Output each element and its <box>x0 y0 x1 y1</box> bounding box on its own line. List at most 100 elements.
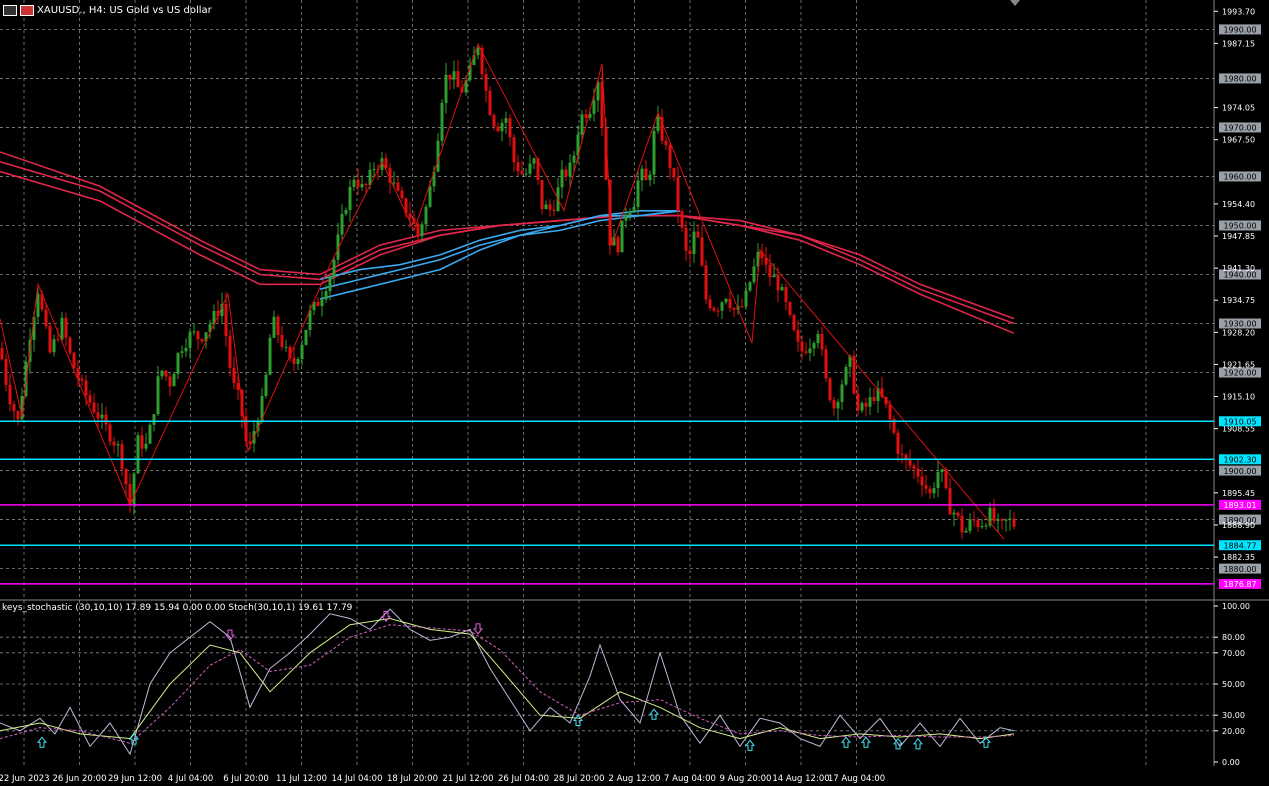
candle-bear <box>16 411 20 420</box>
candle-bear <box>688 250 692 254</box>
candle-bull <box>580 114 584 135</box>
candle-bull <box>152 414 156 425</box>
candle-bear <box>1000 519 1004 521</box>
candle-bear <box>8 384 12 405</box>
candle-bear <box>280 334 284 348</box>
candle-bear <box>408 213 412 218</box>
candle-bull <box>52 339 56 353</box>
candle-bull <box>636 180 640 207</box>
candle-bear <box>728 298 732 308</box>
candle-bear <box>864 403 868 407</box>
y-tick-label: 1934.75 <box>1222 296 1255 305</box>
candle-bull <box>724 298 728 303</box>
candle-bear <box>56 339 60 341</box>
candle-bear <box>704 265 708 300</box>
candle-bear <box>508 118 512 138</box>
level-price-label: 1876.87 <box>1223 580 1256 589</box>
candle-bull <box>304 329 308 345</box>
price-chart[interactable]: 22 Jun 2023 26 Jun 20:00 29 Jun 12:00 4 Jul… <box>0 0 1269 786</box>
candle-bull <box>500 122 504 132</box>
candle-bull <box>144 443 148 449</box>
candle-bear <box>496 126 500 132</box>
candle-bear <box>644 168 648 181</box>
candle-bear <box>364 183 368 186</box>
candle-bear <box>4 359 8 385</box>
candle-bear <box>400 190 404 199</box>
candle-bear <box>960 515 964 533</box>
grid-level-label: 1960.00 <box>1223 173 1256 182</box>
candle-bull <box>780 286 784 291</box>
candle-bull <box>648 174 652 181</box>
candle-bear <box>412 217 416 224</box>
candle-bear <box>804 351 808 353</box>
candle-bear <box>708 299 712 309</box>
candle-bull <box>360 183 364 188</box>
candle-bull <box>560 169 564 188</box>
candle-bear <box>84 380 88 396</box>
candle-bear <box>1012 518 1016 527</box>
candle-bear <box>12 404 16 412</box>
candle-bull <box>136 435 140 474</box>
level-price-label: 1893.01 <box>1223 501 1256 510</box>
candle-bull <box>348 186 352 210</box>
x-tick-label: 4 Jul 04:00 <box>168 774 214 784</box>
candle-bull <box>156 376 160 415</box>
candle-bull <box>980 526 984 528</box>
chart-header: XAUUSD., H4: US Gold vs US dollar <box>3 5 212 16</box>
x-tick-label: 22 Jun 2023 <box>0 774 50 784</box>
y-tick-label: 1987.15 <box>1222 39 1255 48</box>
candle-bear <box>716 310 720 312</box>
candle-bear <box>956 512 960 516</box>
candle-bull <box>352 179 356 187</box>
indicator-title: keys_stochastic (30,10,10) 17.89 15.94 0… <box>2 603 353 613</box>
candle-bull <box>424 206 428 225</box>
grid-level-label: 1880.00 <box>1223 565 1256 574</box>
candle-bear <box>228 335 232 368</box>
stoch-y-tick-label: 30.00 <box>1222 711 1245 720</box>
candle-bear <box>668 145 672 168</box>
candle-bear <box>832 400 836 409</box>
candle-bear <box>120 444 124 469</box>
y-tick-label: 1974.05 <box>1222 104 1255 113</box>
candle-bear <box>92 402 96 413</box>
candle-bear <box>872 397 876 401</box>
candle-bull <box>624 214 628 221</box>
grid-level-label: 1900.00 <box>1223 467 1256 476</box>
candle-bull <box>148 424 152 444</box>
candle-bear <box>108 424 112 442</box>
candle-bear <box>512 137 516 163</box>
candle-bear <box>316 301 320 307</box>
candle-bear <box>972 519 976 521</box>
candle-bull <box>192 331 196 333</box>
level-price-label: 1884.77 <box>1223 541 1256 550</box>
candle-bear <box>796 330 800 342</box>
x-tick-label: 14 Jul 04:00 <box>332 774 383 784</box>
candle-bear <box>276 316 280 335</box>
candle-bear <box>776 275 780 291</box>
symbol-title: XAUUSD., H4: US Gold vs US dollar <box>37 5 212 16</box>
candle-bear <box>548 204 552 210</box>
candle-bull <box>344 209 348 215</box>
candle-bull <box>1004 519 1008 521</box>
candle-bull <box>816 333 820 344</box>
candle-bull <box>940 469 944 472</box>
candle-bear <box>164 370 168 377</box>
y-tick-label: 1928.20 <box>1222 328 1255 337</box>
candle-bear <box>540 180 544 210</box>
candle-bear <box>856 393 860 411</box>
candle-bull <box>172 373 176 387</box>
candle-bear <box>124 468 128 485</box>
candle-bull <box>132 473 136 506</box>
candle-bull <box>188 332 192 348</box>
candle-bull <box>392 182 396 184</box>
candle-bear <box>912 465 916 469</box>
chart-menu-icon[interactable] <box>3 5 17 16</box>
candle-bull <box>116 444 120 446</box>
y-tick-label: 1895.45 <box>1222 489 1255 498</box>
candle-bull <box>476 47 480 56</box>
candle-bull <box>324 291 328 300</box>
grid-level-label: 1970.00 <box>1223 124 1256 133</box>
candle-bull <box>160 370 164 377</box>
candle-bull <box>840 384 844 402</box>
candle-bear <box>784 286 788 303</box>
